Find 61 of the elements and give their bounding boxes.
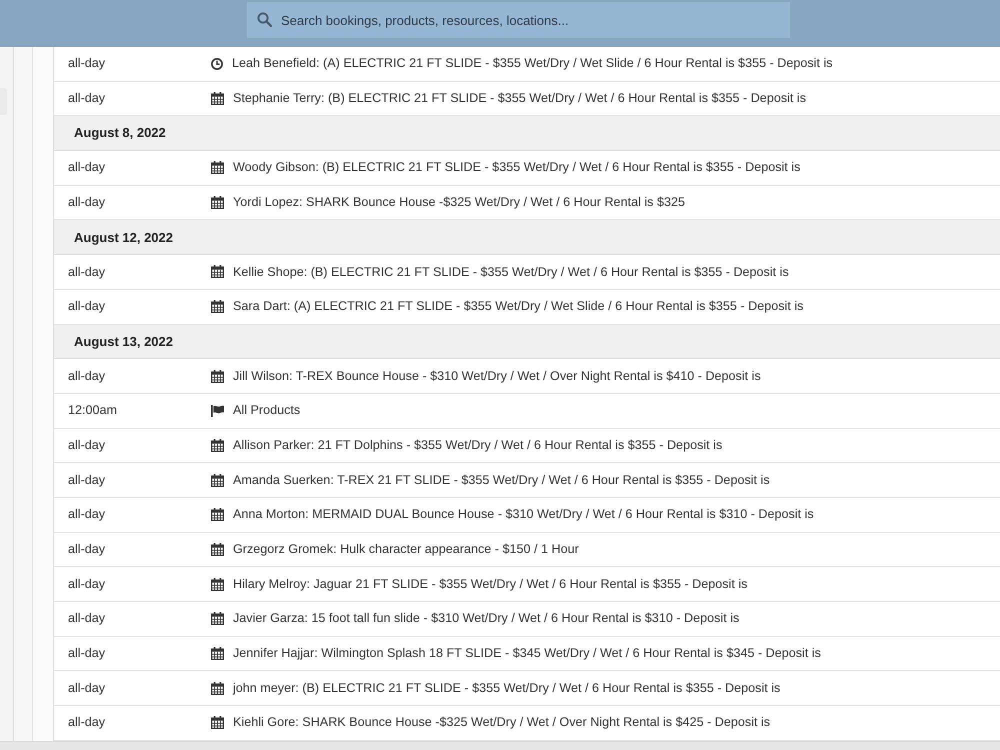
event-title[interactable]: Javier Garza: 15 foot tall fun slide - $310 Wet/Dry / Wet / 6 Hour Rental is $310 - Deposit is	[233, 609, 740, 628]
event-title[interactable]: Sara Dart: (A) ELECTRIC 21 FT SLIDE - $355 Wet/Dry / Wet Slide / 6 Hour Rental is $355 - Deposit is	[233, 297, 804, 316]
event-time: all-day	[68, 542, 106, 556]
event-time: all-day	[68, 438, 106, 452]
agenda-row[interactable]: all-day Allison Parker: 21 FT Dolphins - $355 Wet/Dry / Wet / 6 Hour Rental is $355 - Deposit is	[54, 428, 1000, 464]
event-title[interactable]: Amanda Suerken: T-REX 21 FT SLIDE - $355 Wet/Dry / Wet / 6 Hour Rental is $355 - Deposit is	[233, 470, 770, 490]
event-time: all-day	[68, 56, 106, 70]
calendar-icon	[211, 265, 224, 278]
agenda-row[interactable]: all-day Jennifer Hajjar: Wilmington Splash 18 FT SLIDE - $345 Wet/Dry / Wet / 6 Hour Rental is $345 - Deposit is	[54, 636, 1000, 672]
event-time: all-day	[68, 611, 106, 626]
date-header: August 12, 2022	[54, 220, 1000, 256]
event-time: all-day	[68, 368, 106, 383]
event-time: all-day	[68, 299, 106, 314]
event-time: all-day	[68, 680, 106, 695]
event-title[interactable]: Stephanie Terry: (B) ELECTRIC 21 FT SLIDE - $355 Wet/Dry / Wet / 6 Hour Rental is $355 - Deposit is	[233, 89, 806, 108]
calendar-icon	[211, 612, 224, 626]
event-title[interactable]: Kellie Shope: (B) ELECTRIC 21 FT SLIDE - $355 Wet/Dry / Wet / 6 Hour Rental is $355 - Deposit is	[233, 262, 789, 282]
calendar-icon	[211, 716, 224, 730]
calendar-icon	[211, 92, 224, 106]
event-title[interactable]: Grzegorz Gromek: Hulk character appearance - $150 / 1 Hour	[233, 540, 579, 559]
event-title[interactable]: Allison Parker: 21 FT Dolphins - $355 Wet/Dry / Wet / 6 Hour Rental is $355 - Deposit is	[233, 436, 722, 455]
calendar-icon	[211, 542, 224, 556]
date-header: August 13, 2022	[54, 324, 1000, 360]
calendar-icon	[211, 578, 224, 591]
flag-icon	[211, 404, 224, 417]
calendar-icon	[211, 196, 224, 210]
calendar-icon	[211, 647, 224, 660]
event-title[interactable]: Jill Wilson: T-REX Bounce House - $310 Wet/Dry / Wet / Over Night Rental is $410 - Deposit is	[233, 366, 761, 386]
event-title[interactable]: Yordi Lopez: SHARK Bounce House -$325 Wet/Dry / Wet / 6 Hour Rental is $325	[233, 193, 685, 212]
event-time: all-day	[68, 646, 106, 660]
calendar-icon	[211, 161, 224, 174]
horizontal-scrollbar[interactable]	[0, 741, 1000, 750]
agenda-row[interactable]: all-day Stephanie Terry: (B) ELECTRIC 21 FT SLIDE - $355 Wet/Dry / Wet / 6 Hour Rental is $355 - Deposit is	[54, 82, 1000, 116]
calendar-icon	[211, 474, 224, 487]
calendar-icon	[211, 300, 224, 314]
event-title[interactable]: Hilary Melroy: Jaguar 21 FT SLIDE - $355 Wet/Dry / Wet / 6 Hour Rental is $355 - Deposit is	[233, 574, 748, 594]
event-time: all-day	[68, 160, 106, 174]
calendar-icon	[211, 682, 224, 695]
event-time: all-day	[68, 195, 106, 210]
event-time: all-day	[68, 472, 106, 487]
calendar-icon	[211, 370, 224, 383]
event-title[interactable]: Jennifer Hajjar: Wilmington Splash 18 FT SLIDE - $345 Wet/Dry / Wet / 6 Hour Rental is $345 - Deposit is	[233, 644, 821, 663]
event-title[interactable]: Kiehli Gore: SHARK Bounce House -$325 Wet/Dry / Wet / Over Night Rental is $425 - Deposit is	[233, 713, 770, 732]
event-title[interactable]: All Products	[233, 401, 300, 420]
event-time: 12:00am	[68, 403, 118, 418]
event-title[interactable]: john meyer: (B) ELECTRIC 21 FT SLIDE - $355 Wet/Dry / Wet / 6 Hour Rental is $355 - Deposit is	[233, 678, 780, 698]
event-time: all-day	[68, 507, 106, 522]
search-field[interactable]: Search bookings, products, resources, locations...	[247, 2, 790, 38]
calendar-icon	[211, 438, 224, 452]
event-time: all-day	[68, 264, 106, 279]
event-time: all-day	[68, 715, 106, 730]
event-time: all-day	[68, 576, 106, 591]
event-title[interactable]: Woody Gibson: (B) ELECTRIC 21 FT SLIDE - $355 Wet/Dry / Wet / 6 Hour Rental is $355 - Deposit is	[233, 158, 800, 178]
search-icon	[257, 12, 272, 27]
event-title[interactable]: Leah Benefield: (A) ELECTRIC 21 FT SLIDE - $355 Wet/Dry / Wet Slide / 6 Hour Rental is $355 - Deposit is	[232, 54, 833, 74]
agenda-row[interactable]: all-day Grzegorz Gromek: Hulk character appearance - $150 / 1 Hour	[54, 532, 1000, 568]
clock-icon	[211, 58, 223, 70]
calendar-icon	[211, 508, 224, 522]
event-title[interactable]: Anna Morton: MERMAID DUAL Bounce House - $310 Wet/Dry / Wet / 6 Hour Rental is $310 - Deposit is	[233, 505, 814, 524]
date-header: August 8, 2022	[54, 116, 1000, 152]
event-time: all-day	[68, 91, 106, 106]
